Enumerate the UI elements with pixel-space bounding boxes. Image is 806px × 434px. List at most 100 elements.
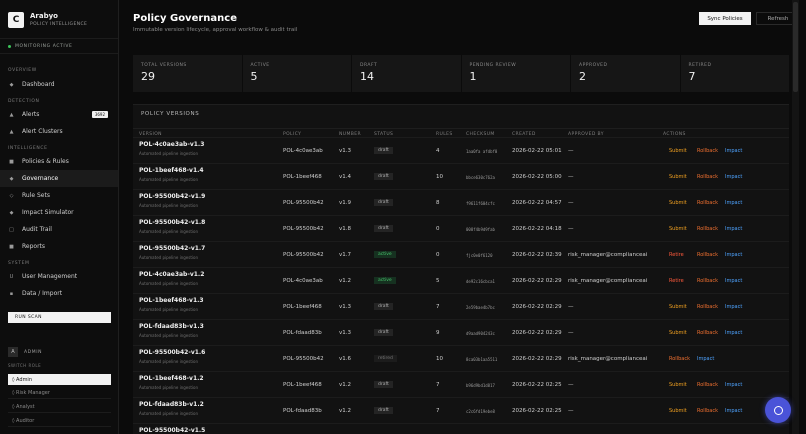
policy-cell: POL-95500b42 (283, 226, 324, 232)
retire-link[interactable]: Retire (669, 252, 684, 258)
submit-link[interactable]: Submit (669, 226, 687, 232)
table-row[interactable]: POL-fdaad83b-v1.3 Automated pipeline inge… (133, 319, 789, 345)
status-dot-icon (8, 44, 11, 48)
sidebar-item-user-management[interactable]: U User Management (0, 268, 118, 285)
rollback-link[interactable]: Rollback (697, 382, 718, 388)
rollback-link[interactable]: Rollback (697, 252, 718, 258)
rule-sets-icon: ◇ (9, 192, 14, 199)
role-option-auditor[interactable]: ◊ Auditor (8, 416, 111, 427)
table-row[interactable]: POL-1beef468-v1.3 Automated pipeline inge… (133, 293, 789, 319)
sidebar-item-alert-clusters[interactable]: ▲ Alert Clusters (0, 123, 118, 140)
sync-policies-button[interactable]: Sync Policies (699, 12, 751, 25)
rollback-link[interactable]: Rollback (697, 200, 718, 206)
version-cell[interactable]: POL-4c0ae3ab-v1.2 (139, 271, 204, 278)
version-cell[interactable]: POL-fdaad83b-v1.2 (139, 401, 204, 408)
rollback-link[interactable]: Rollback (697, 304, 718, 310)
table-row[interactable]: POL-1beef468-v1.4 Automated pipeline inge… (133, 163, 789, 189)
table-row[interactable]: POL-1beef468-v1.2 Automated pipeline inge… (133, 371, 789, 397)
table-row[interactable]: POL-95500b42-v1.5 (133, 423, 789, 434)
stat-pending-review: PENDING REVIEW 1 (462, 55, 571, 92)
rollback-link[interactable]: Rollback (697, 174, 718, 180)
impact-link[interactable]: Impact (725, 408, 742, 414)
submit-link[interactable]: Submit (669, 304, 687, 310)
assistant-fab-button[interactable] (765, 397, 791, 423)
impact-link[interactable]: Impact (725, 382, 742, 388)
table-row[interactable]: POL-95500b42-v1.6 Automated pipeline inge… (133, 345, 789, 371)
sidebar-item-impact-simulator[interactable]: ◆ Impact Simulator (0, 204, 118, 221)
rollback-link[interactable]: Rollback (697, 278, 718, 284)
table-row[interactable]: POL-95500b42-v1.8 Automated pipeline inge… (133, 215, 789, 241)
sidebar-item-rule-sets[interactable]: ◇ Rule Sets (0, 187, 118, 204)
created-cell: 2026-02-22 02:29 (512, 356, 562, 362)
number-cell: v1.2 (339, 278, 352, 284)
sidebar-item-reports[interactable]: ■ Reports (0, 238, 118, 255)
submit-link[interactable]: Submit (669, 330, 687, 336)
version-cell[interactable]: POL-95500b42-v1.7 (139, 245, 205, 252)
role-option-risk-manager[interactable]: ◊ Risk Manager (8, 388, 111, 399)
current-role-label: ADMIN (24, 349, 43, 355)
version-cell[interactable]: POL-1beef468-v1.3 (139, 297, 204, 304)
audit-icon: □ (9, 226, 14, 233)
version-cell[interactable]: POL-1beef468-v1.2 (139, 375, 204, 382)
version-cell[interactable]: POL-4c0ae3ab-v1.3 (139, 141, 204, 148)
approved-by-cell: — (568, 148, 574, 154)
rules-cell: 0 (436, 226, 440, 232)
checksum-cell: b96d9bd1d817 (466, 383, 495, 388)
impact-link[interactable]: Impact (725, 200, 742, 206)
brand-sub: POLICY INTELLIGENCE (30, 21, 88, 27)
sidebar-item-audit-trail[interactable]: □ Audit Trail (0, 221, 118, 238)
impact-link[interactable]: Impact (725, 252, 742, 258)
brand-logo: C (8, 11, 24, 28)
scrollbar[interactable] (792, 0, 799, 434)
page-subtitle: Immutable version lifecycle, approval wo… (133, 27, 298, 33)
submit-link[interactable]: Submit (669, 408, 687, 414)
impact-link[interactable]: Impact (697, 356, 714, 362)
submit-link[interactable]: Submit (669, 200, 687, 206)
sidebar-item-label: Reports (22, 243, 46, 250)
impact-link[interactable]: Impact (725, 278, 742, 284)
retire-link[interactable]: Retire (669, 278, 684, 284)
impact-link[interactable]: Impact (725, 174, 742, 180)
rules-cell: 10 (436, 174, 443, 180)
submit-link[interactable]: Submit (669, 382, 687, 388)
rollback-link[interactable]: Rollback (669, 356, 690, 362)
table-row[interactable]: POL-4c0ae3ab-v1.2 Automated pipeline inge… (133, 267, 789, 293)
rollback-link[interactable]: Rollback (697, 408, 718, 414)
stat-label: RETIRED (688, 63, 712, 68)
table-row[interactable]: POL-fdaad83b-v1.2 Automated pipeline inge… (133, 397, 789, 423)
approved-by-cell: — (568, 330, 574, 336)
impact-link[interactable]: Impact (725, 148, 742, 154)
version-cell[interactable]: POL-95500b42-v1.5 (139, 427, 205, 434)
sidebar-item-dashboard[interactable]: ◆ Dashboard (0, 76, 118, 93)
rollback-link[interactable]: Rollback (697, 330, 718, 336)
impact-link[interactable]: Impact (725, 330, 742, 336)
impact-link[interactable]: Impact (725, 226, 742, 232)
sidebar-item-data-import[interactable]: ▪ Data / Import (0, 285, 118, 302)
version-cell[interactable]: POL-1beef468-v1.4 (139, 167, 204, 174)
version-cell[interactable]: POL-95500b42-v1.6 (139, 349, 205, 356)
version-cell[interactable]: POL-95500b42-v1.9 (139, 193, 205, 200)
version-cell[interactable]: POL-fdaad83b-v1.3 (139, 323, 204, 330)
number-cell: v1.3 (339, 330, 352, 336)
role-option-admin[interactable]: ◊ Admin (8, 374, 111, 385)
rollback-link[interactable]: Rollback (697, 148, 718, 154)
status-badge: draft (374, 147, 393, 154)
sidebar-item-governance[interactable]: ◆ Governance (0, 170, 118, 187)
submit-link[interactable]: Submit (669, 174, 687, 180)
table-row[interactable]: POL-95500b42-v1.9 Automated pipeline inge… (133, 189, 789, 215)
table-row[interactable]: POL-4c0ae3ab-v1.3 Automated pipeline inge… (133, 137, 789, 163)
created-cell: 2026-02-22 02:39 (512, 252, 562, 258)
sidebar-item-policies[interactable]: ■ Policies & Rules (0, 153, 118, 170)
scrollbar-thumb[interactable] (793, 2, 798, 92)
submit-link[interactable]: Submit (669, 148, 687, 154)
created-cell: 2026-02-22 04:57 (512, 200, 562, 206)
stat-total-versions: TOTAL VERSIONS 29 (133, 55, 243, 92)
run-scan-button[interactable]: RUN SCAN (8, 312, 111, 323)
impact-link[interactable]: Impact (725, 304, 742, 310)
rollback-link[interactable]: Rollback (697, 226, 718, 232)
version-description: Automated pipeline ingestion (139, 307, 199, 312)
sidebar-item-alerts[interactable]: ▲ Alerts 3692 (0, 106, 118, 123)
table-row[interactable]: POL-95500b42-v1.7 Automated pipeline inge… (133, 241, 789, 267)
role-option-analyst[interactable]: ◊ Analyst (8, 402, 111, 413)
version-cell[interactable]: POL-95500b42-v1.8 (139, 219, 205, 226)
